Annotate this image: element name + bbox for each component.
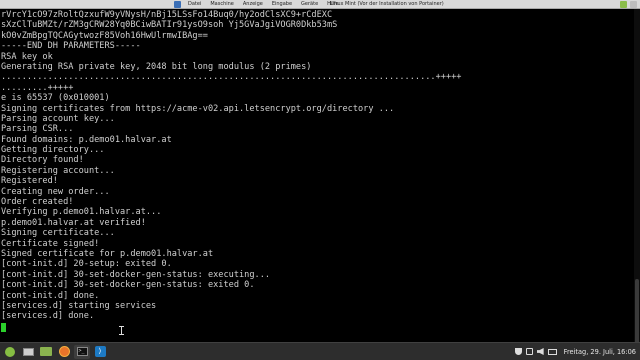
terminal-task-button[interactable]: >_ <box>74 344 90 359</box>
terminal-icon: >_ <box>76 347 88 356</box>
desktop-icon <box>22 347 34 356</box>
volume-icon[interactable] <box>536 348 544 355</box>
terminal-scrollbar[interactable] <box>634 9 640 349</box>
terminal-line: Registered! <box>1 176 58 187</box>
show-desktop-button[interactable] <box>20 345 36 359</box>
scrollbar-thumb[interactable] <box>635 279 639 349</box>
files-launcher[interactable] <box>38 345 54 359</box>
terminal-line: ........................................… <box>1 72 462 83</box>
terminal-line: kO0vZmBpgTQCAGytwozF85Voh16HwUlrmwIBAg== <box>1 30 208 41</box>
terminal-line: .........+++++ <box>1 82 74 93</box>
update-shield-icon[interactable] <box>514 348 522 355</box>
terminal-line: Generating RSA private key, 2048 bit lon… <box>1 61 312 72</box>
terminal-line: Signed certificate for p.demo01.halvar.a… <box>1 248 214 259</box>
terminal-line: [services.d] done. <box>1 311 95 322</box>
firefox-launcher[interactable] <box>56 345 72 359</box>
terminal-line: Getting directory... <box>1 145 105 156</box>
terminal-line: RSA key ok <box>1 51 53 62</box>
terminal-line: p.demo01.halvar.at verified! <box>1 217 146 228</box>
vm-menu-bar: Datei Maschine Anzeige Eingabe Geräte Hi… <box>0 0 640 9</box>
terminal-line: Creating new order... <box>1 186 110 197</box>
vm-menu-item-eingabe[interactable]: Eingabe <box>272 0 292 9</box>
terminal-line: e is 65537 (0x010001) <box>1 93 110 104</box>
terminal-line: [cont-init.d] 20-setup: exited 0. <box>1 259 172 270</box>
terminal-line: Signing certificates from https://acme-v… <box>1 103 395 114</box>
vscode-icon: ⟩ <box>94 346 106 357</box>
battery-icon[interactable] <box>547 348 557 355</box>
taskbar: >_ ⟩ Freitag, 29. Juli, 16:06 <box>0 342 640 360</box>
terminal-line: Parsing CSR... <box>1 124 74 135</box>
vm-window-title: Linux Mint (Vor der Installation von Por… <box>330 1 444 7</box>
terminal-line: Verifying p.demo01.halvar.at... <box>1 207 162 218</box>
terminal-line: Order created! <box>1 197 74 208</box>
terminal-line: Directory found! <box>1 155 84 166</box>
network-icon[interactable] <box>525 348 533 355</box>
virtualbox-logo-icon <box>174 1 181 8</box>
terminal-line: -----END DH PARAMETERS----- <box>1 41 141 52</box>
folder-icon <box>40 347 52 356</box>
mint-menu-icon <box>5 346 15 357</box>
text-cursor-icon <box>119 326 124 335</box>
terminal-line: [cont-init.d] 30-set-docker-gen-status: … <box>1 269 271 280</box>
terminal-line: [cont-init.d] done. <box>1 290 100 301</box>
terminal-line: Certificate signed! <box>1 238 100 249</box>
vm-settings-icon[interactable] <box>630 1 637 8</box>
clock[interactable]: Freitag, 29. Juli, 16:06 <box>564 348 636 356</box>
terminal-prompt-line[interactable] <box>0 322 634 332</box>
start-menu-button[interactable] <box>2 345 18 359</box>
terminal-line: Signing certificate... <box>1 228 115 239</box>
vm-menu: Datei Maschine Anzeige Eingabe Geräte Hi… <box>188 0 348 9</box>
terminal-line: Registering account... <box>1 165 115 176</box>
terminal-line: Parsing account key... <box>1 113 115 124</box>
vm-menu-item-maschine[interactable]: Maschine <box>210 0 234 9</box>
vm-status-icons <box>620 1 637 8</box>
vscode-launcher[interactable]: ⟩ <box>92 345 108 359</box>
vm-menu-item-geraete[interactable]: Geräte <box>301 0 318 9</box>
firefox-icon <box>58 346 70 357</box>
vm-status-icon[interactable] <box>620 1 627 8</box>
terminal-line: [cont-init.d] 30-set-docker-gen-status: … <box>1 280 255 291</box>
vm-menu-item-datei[interactable]: Datei <box>188 0 201 9</box>
terminal-cursor <box>1 322 6 332</box>
terminal-output[interactable]: rVrcY1cO97zRoltQzxufW9yVNysH/nBj15LSsFo1… <box>0 9 634 343</box>
terminal-line: sXzClTuBMZt/rZM3gCRW28Yq0BCiwBATIr91ysO9… <box>1 20 338 31</box>
vm-menu-item-anzeige[interactable]: Anzeige <box>243 0 263 9</box>
system-tray: Freitag, 29. Juli, 16:06 <box>514 343 636 360</box>
terminal-line: Found domains: p.demo01.halvar.at <box>1 134 172 145</box>
terminal-line: [services.d] starting services <box>1 300 157 311</box>
terminal-line: rVrcY1cO97zRoltQzxufW9yVNysH/nBj15LSsFo1… <box>1 10 333 20</box>
